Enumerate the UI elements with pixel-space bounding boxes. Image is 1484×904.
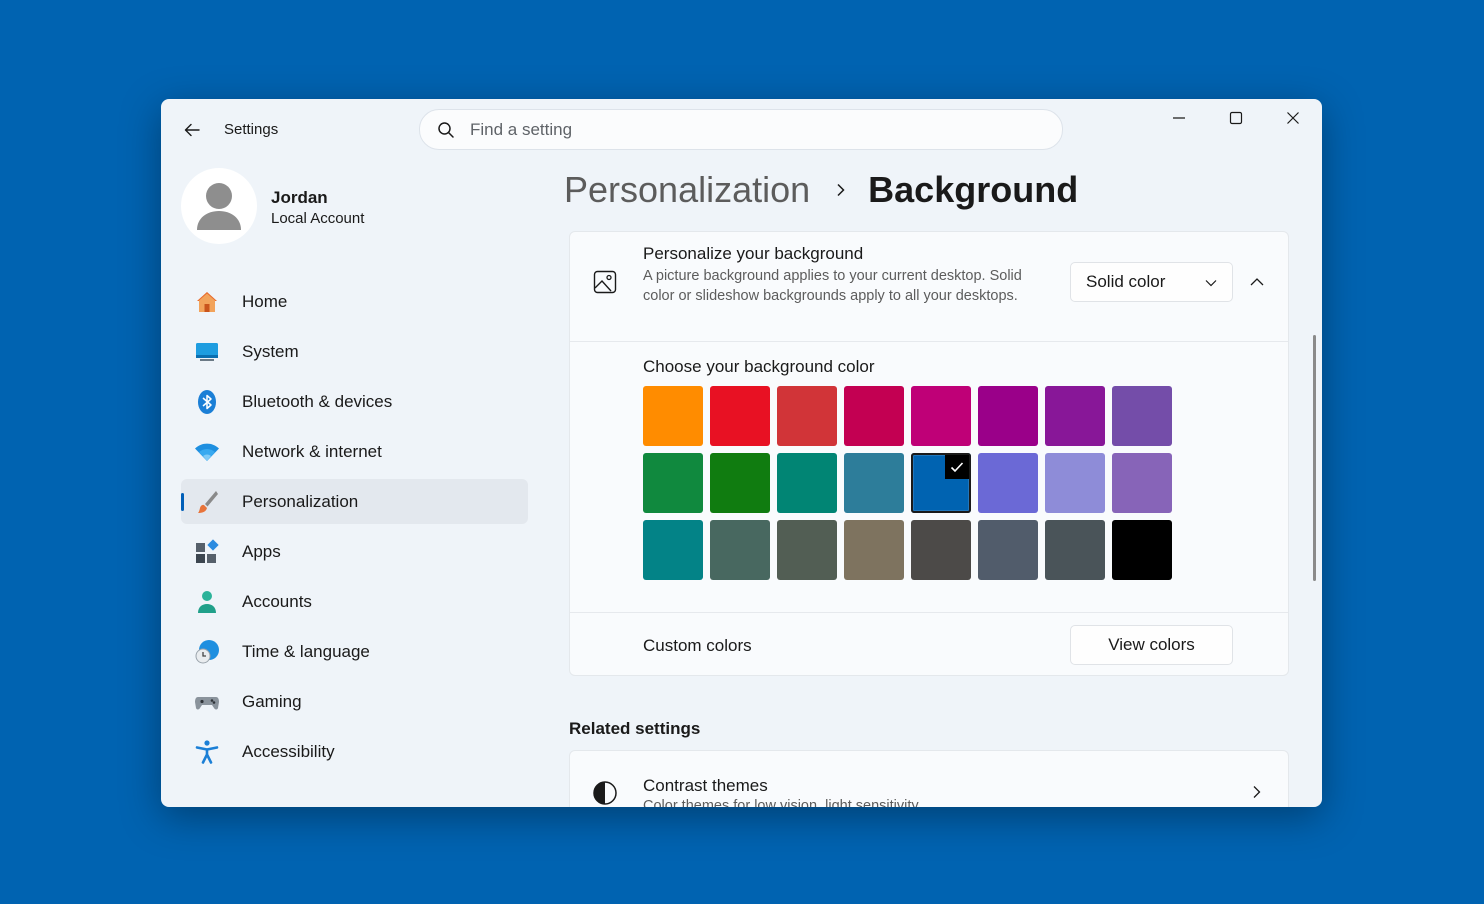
picture-icon: [592, 269, 618, 295]
background-card-header[interactable]: Personalize your background A picture ba…: [570, 232, 1288, 342]
search-box[interactable]: [419, 109, 1063, 150]
sidebar-item-accessibility[interactable]: Accessibility: [181, 729, 528, 774]
user-name: Jordan: [271, 188, 328, 207]
user-avatar-icon: [197, 183, 241, 230]
settings-window: Settings Jordan Local Account Home: [161, 99, 1322, 807]
account-type: Local Account: [271, 210, 365, 227]
contrast-themes-card[interactable]: Contrast themes Color themes for low vis…: [569, 750, 1289, 807]
minimize-button[interactable]: [1156, 105, 1202, 131]
color-swatch[interactable]: [710, 386, 770, 446]
minimize-icon: [1173, 117, 1185, 119]
gamepad-icon: [194, 689, 220, 715]
sidebar-item-network[interactable]: Network & internet: [181, 429, 528, 474]
color-swatch[interactable]: [844, 386, 904, 446]
checkmark-icon: [945, 455, 969, 479]
clock-globe-icon: [194, 639, 220, 665]
color-swatch[interactable]: [911, 520, 971, 580]
sidebar-item-gaming[interactable]: Gaming: [181, 679, 528, 724]
color-swatch[interactable]: [1112, 386, 1172, 446]
color-swatch[interactable]: [710, 520, 770, 580]
breadcrumb: Personalization Background: [564, 169, 1078, 211]
color-swatch[interactable]: [1045, 520, 1105, 580]
background-card-description: A picture background applies to your cur…: [643, 268, 1022, 304]
choose-color-title: Choose your background color: [643, 357, 875, 376]
chevron-down-icon: [1204, 276, 1218, 290]
maximize-button[interactable]: [1213, 105, 1259, 131]
color-swatch[interactable]: [777, 386, 837, 446]
background-card-title: Personalize your background: [643, 244, 864, 263]
sidebar-item-home[interactable]: Home: [181, 279, 528, 324]
color-swatch[interactable]: [777, 453, 837, 513]
sidebar-item-personalization[interactable]: Personalization: [181, 479, 528, 524]
collapse-button[interactable]: [1243, 268, 1271, 296]
accessibility-icon: [194, 739, 220, 765]
background-settings-card: Personalize your background A picture ba…: [569, 231, 1289, 676]
apps-icon: [194, 538, 220, 565]
related-settings-heading: Related settings: [569, 719, 701, 738]
contrast-icon: [592, 780, 618, 806]
color-swatch[interactable]: [844, 453, 904, 513]
color-swatch[interactable]: [911, 453, 971, 513]
maximize-icon: [1229, 111, 1243, 125]
back-button[interactable]: [179, 117, 205, 143]
color-swatch[interactable]: [1112, 453, 1172, 513]
sidebar-item-apps[interactable]: Apps: [181, 529, 528, 574]
bluetooth-icon: [194, 389, 220, 415]
color-swatch[interactable]: [1045, 453, 1105, 513]
sidebar-item-time-language[interactable]: Time & language: [181, 629, 528, 674]
color-swatch[interactable]: [777, 520, 837, 580]
color-swatch[interactable]: [643, 520, 703, 580]
close-button[interactable]: [1270, 105, 1316, 131]
color-swatch[interactable]: [978, 520, 1038, 580]
brush-icon: [194, 489, 220, 515]
chevron-right-icon: [834, 183, 848, 197]
color-swatch[interactable]: [643, 453, 703, 513]
color-swatch[interactable]: [911, 386, 971, 446]
app-title: Settings: [224, 121, 279, 138]
color-swatch[interactable]: [844, 520, 904, 580]
home-icon: [194, 289, 220, 315]
avatar[interactable]: [181, 168, 257, 244]
sidebar-item-bluetooth[interactable]: Bluetooth & devices: [181, 379, 528, 424]
view-colors-button[interactable]: View colors: [1070, 625, 1233, 665]
breadcrumb-parent[interactable]: Personalization: [564, 169, 810, 211]
color-swatch[interactable]: [1112, 520, 1172, 580]
chevron-right-icon: [1250, 785, 1264, 799]
contrast-themes-title: Contrast themes: [643, 776, 768, 795]
contrast-themes-description: Color themes for low vision, light sensi…: [643, 798, 919, 807]
page-title: Background: [868, 169, 1079, 210]
sidebar-item-accounts[interactable]: Accounts: [181, 579, 528, 624]
color-swatch[interactable]: [710, 453, 770, 513]
custom-colors-label: Custom colors: [643, 636, 752, 655]
color-swatch[interactable]: [978, 453, 1038, 513]
accounts-icon: [194, 589, 220, 615]
back-arrow-icon: [184, 123, 200, 137]
system-icon: [194, 339, 220, 365]
color-swatch[interactable]: [1045, 386, 1105, 446]
scrollbar[interactable]: [1313, 335, 1316, 581]
sidebar-nav: Home System Bluetooth & devices Network …: [181, 279, 528, 779]
search-icon: [437, 121, 455, 139]
color-swatch[interactable]: [643, 386, 703, 446]
close-icon: [1287, 112, 1299, 124]
custom-colors-row: Custom colors View colors: [570, 612, 1288, 676]
dropdown-value: Solid color: [1086, 272, 1166, 291]
sidebar-item-system[interactable]: System: [181, 329, 528, 374]
color-swatch[interactable]: [978, 386, 1038, 446]
chevron-up-icon: [1250, 278, 1264, 286]
wifi-icon: [194, 439, 220, 465]
search-input[interactable]: [470, 119, 1030, 140]
background-type-dropdown[interactable]: Solid color: [1070, 262, 1233, 302]
